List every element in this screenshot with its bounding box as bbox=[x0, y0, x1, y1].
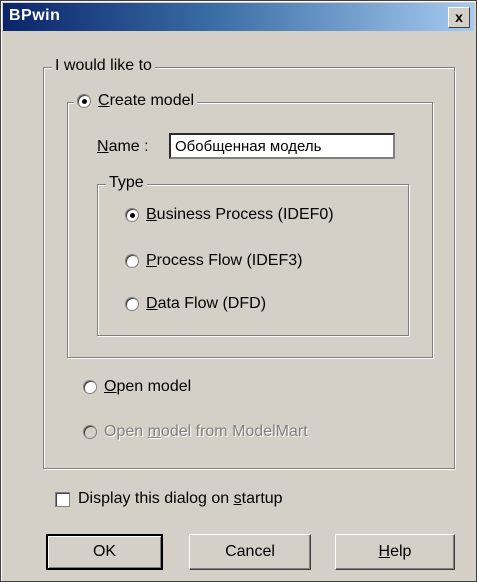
help-button[interactable]: Help bbox=[335, 534, 455, 570]
create-model-label: Create model bbox=[98, 92, 195, 109]
radio-data-flow[interactable]: Data Flow (DFD) bbox=[125, 295, 266, 313]
business-process-label: Business Process (IDEF0) bbox=[146, 206, 334, 223]
ok-button-label: OK bbox=[92, 543, 117, 560]
radio-process-flow[interactable]: Process Flow (IDEF3) bbox=[125, 252, 302, 270]
data-flow-label: Data Flow (DFD) bbox=[146, 295, 267, 312]
create-model-radio-indicator bbox=[77, 94, 91, 108]
close-icon: x bbox=[455, 9, 463, 25]
open-modelmart-label: Open model from ModelMart bbox=[104, 423, 308, 440]
model-name-input[interactable] bbox=[169, 133, 395, 159]
bpwin-dialog: BPwin x I would like to Create model Nam… bbox=[0, 0, 477, 582]
startup-checkbox-box bbox=[55, 491, 70, 507]
title-bar: BPwin x bbox=[3, 3, 474, 31]
radio-open-modelmart[interactable]: Open model from ModelMart bbox=[83, 423, 308, 441]
close-button[interactable]: x bbox=[448, 7, 470, 28]
process-flow-label: Process Flow (IDEF3) bbox=[146, 252, 303, 269]
help-button-label: Help bbox=[378, 543, 412, 560]
ok-button[interactable]: OK bbox=[46, 534, 163, 570]
startup-checkbox-label: Display this dialog on startup bbox=[78, 490, 283, 507]
type-group-legend: Type bbox=[106, 174, 147, 192]
action-group-legend: I would like to bbox=[52, 57, 155, 75]
window-title: BPwin bbox=[9, 7, 61, 24]
process-flow-radio-indicator bbox=[125, 254, 139, 268]
cancel-button[interactable]: Cancel bbox=[189, 534, 311, 570]
open-model-radio-indicator bbox=[83, 380, 97, 394]
data-flow-radio-indicator bbox=[125, 297, 139, 311]
open-model-label: Open model bbox=[104, 378, 192, 395]
create-model-radio[interactable]: Create model bbox=[74, 92, 198, 110]
radio-business-process[interactable]: Business Process (IDEF0) bbox=[125, 206, 334, 224]
business-process-radio-indicator bbox=[125, 208, 139, 222]
startup-checkbox[interactable]: Display this dialog on startup bbox=[55, 490, 283, 508]
radio-open-model[interactable]: Open model bbox=[83, 378, 191, 396]
open-modelmart-radio-indicator bbox=[83, 425, 97, 439]
name-label: Name : bbox=[97, 138, 149, 155]
cancel-button-label: Cancel bbox=[225, 543, 275, 560]
